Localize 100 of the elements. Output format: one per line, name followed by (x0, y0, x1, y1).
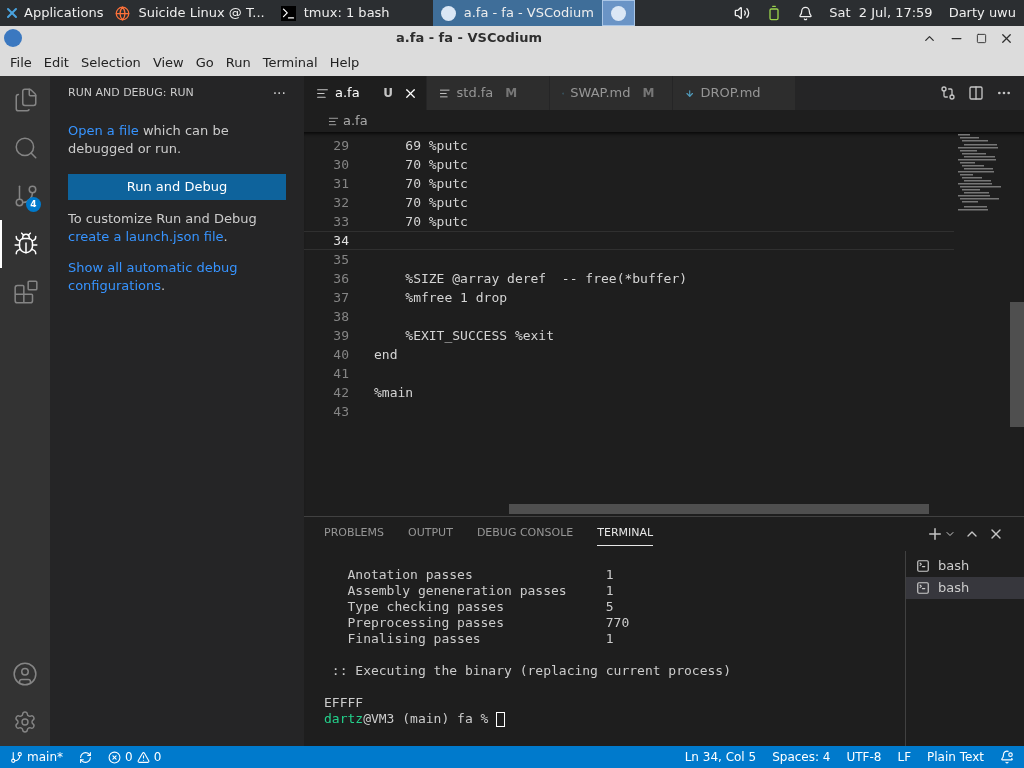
launch-json-link[interactable]: create a launch.json file (68, 229, 224, 244)
taskbar-button[interactable]: a.fa - fa - VSCodium (432, 0, 602, 26)
lines-icon (316, 86, 329, 100)
split-editor-icon[interactable] (968, 85, 984, 101)
code-line: %EXIT_SUCCESS %exit (404, 327, 554, 345)
code-line: 69 %putc (404, 137, 468, 155)
indentation[interactable]: Spaces: 4 (772, 748, 831, 766)
line-number: 35 (332, 250, 349, 269)
user-name[interactable]: Darty uwu (948, 3, 1016, 23)
panel-tab[interactable]: PROBLEMS (324, 522, 385, 546)
terminal-line: :: Executing the binary (replacing current process) (330, 663, 732, 679)
error-icon (108, 750, 121, 764)
window-title: a.fa - fa - VSCodium (395, 29, 543, 48)
code-line: end (374, 346, 398, 364)
app-icon (440, 5, 456, 21)
taskbar-button[interactable]: tmux: 1 bash (272, 0, 433, 26)
file-status: M (505, 85, 518, 102)
menu-item[interactable]: File (4, 53, 38, 73)
line-number: 41 (332, 364, 349, 383)
editor-tab[interactable]: DROP.md (673, 76, 796, 110)
line-number: 34 (332, 231, 349, 250)
editor-tab[interactable]: a.fa U (304, 76, 427, 110)
terminal-list-item[interactable]: bash (906, 577, 1024, 599)
menu-item[interactable]: Edit (37, 53, 75, 73)
language-mode[interactable]: Plain Text (927, 748, 984, 766)
new-terminal-icon[interactable] (926, 525, 944, 543)
clock[interactable]: Sat 2 Jul, 17:59 (829, 3, 933, 23)
encoding[interactable]: UTF-8 (846, 748, 882, 766)
line-number: 39 (332, 326, 349, 345)
menu-item[interactable]: Run (219, 53, 257, 73)
lines-icon (328, 115, 339, 127)
count-badge: 4 (26, 197, 41, 212)
line-number: 32 (332, 193, 349, 212)
compare-icon[interactable] (940, 85, 956, 101)
sidebar-title: RUN AND DEBUG: RUN (68, 84, 194, 101)
lines-icon (439, 86, 451, 100)
search-icon (13, 135, 39, 161)
line-ending[interactable]: LF (897, 748, 912, 766)
gear-icon (13, 710, 37, 734)
branch-button[interactable]: main* (10, 748, 63, 766)
more-button[interactable]: ··· (272, 82, 286, 104)
code-line: %SIZE @array deref -- free(*buffer) (404, 270, 688, 288)
app-icon (610, 5, 626, 21)
applications-menu[interactable]: Applications (0, 0, 108, 26)
scrollbar-thumb[interactable] (509, 504, 929, 514)
run-and-debug-button[interactable]: Run and Debug (68, 174, 286, 200)
branch-icon (10, 750, 23, 764)
problems-button[interactable]: 0 0 (108, 748, 162, 766)
files-icon (13, 87, 39, 113)
terminal-cursor (496, 711, 506, 727)
code-line: 70 %putc (404, 213, 468, 231)
menu-item[interactable]: Go (189, 53, 220, 73)
customize-text: To customize Run and Debug create a launch.json file. (68, 210, 258, 246)
line-number: 40 (332, 345, 349, 364)
scrollbar-thumb[interactable] (1010, 302, 1024, 427)
bug-icon (13, 231, 39, 257)
terminal-list-item[interactable]: bash (906, 555, 1024, 577)
line-number: 29 (332, 136, 349, 155)
panel-tab[interactable]: OUTPUT (408, 522, 453, 546)
menu-item[interactable]: Help (323, 53, 366, 73)
editor-tab[interactable]: SWAP.md M (550, 76, 673, 110)
line-number: 30 (332, 155, 349, 174)
line-number: 36 (332, 269, 349, 288)
line-number: 43 (332, 402, 349, 421)
volume-icon[interactable] (734, 5, 751, 21)
sync-icon[interactable] (79, 750, 92, 764)
terminal-line: Assembly geneneration passes 1 (346, 583, 615, 599)
taskbar-button[interactable]: Suicide Linux @ T... (107, 0, 273, 26)
menu-item[interactable]: Terminal (256, 53, 324, 73)
warning-icon (136, 750, 150, 764)
line-number: 37 (332, 288, 349, 307)
app-icon (4, 29, 22, 47)
terminal-icon (280, 5, 296, 21)
cursor-position[interactable]: Ln 34, Col 5 (684, 748, 757, 766)
panel-tab[interactable]: DEBUG CONSOLE (476, 522, 574, 546)
code-line: 70 %putc (404, 156, 468, 174)
panel-tab[interactable]: TERMINAL (597, 522, 654, 546)
terminal-line: Anotation passes 1 (346, 567, 615, 583)
terminal-line: Preprocessing passes 770 (346, 615, 631, 631)
terminal-line: Type checking passes 5 (346, 599, 615, 615)
code-line: %main (374, 384, 414, 402)
breadcrumb[interactable]: a.fa (343, 111, 368, 131)
show-configurations-link[interactable]: Show all automatic debug configurations. (68, 259, 286, 295)
menu-item[interactable]: View (146, 53, 190, 73)
terminal-line: EFFFF (324, 695, 365, 711)
maximize-icon[interactable] (976, 32, 987, 44)
editor-tab[interactable]: std.fa M (427, 76, 550, 110)
open-file-link[interactable]: Open a file (68, 123, 139, 138)
terminal-icon (916, 581, 930, 595)
notifications-icon[interactable] (1000, 750, 1014, 764)
line-number: 31 (332, 174, 349, 193)
file-status: M (642, 85, 655, 102)
activity-item[interactable]: 4 (0, 172, 50, 220)
code-line: %mfree 1 drop (404, 289, 508, 307)
line-number: 33 (332, 212, 349, 231)
prompt-text: @VM3 (main) fa % (363, 711, 490, 727)
bell-icon[interactable] (798, 5, 814, 21)
line-number: 42 (332, 383, 349, 402)
menu-item[interactable]: Selection (74, 53, 147, 73)
workspace-button[interactable] (601, 0, 635, 26)
